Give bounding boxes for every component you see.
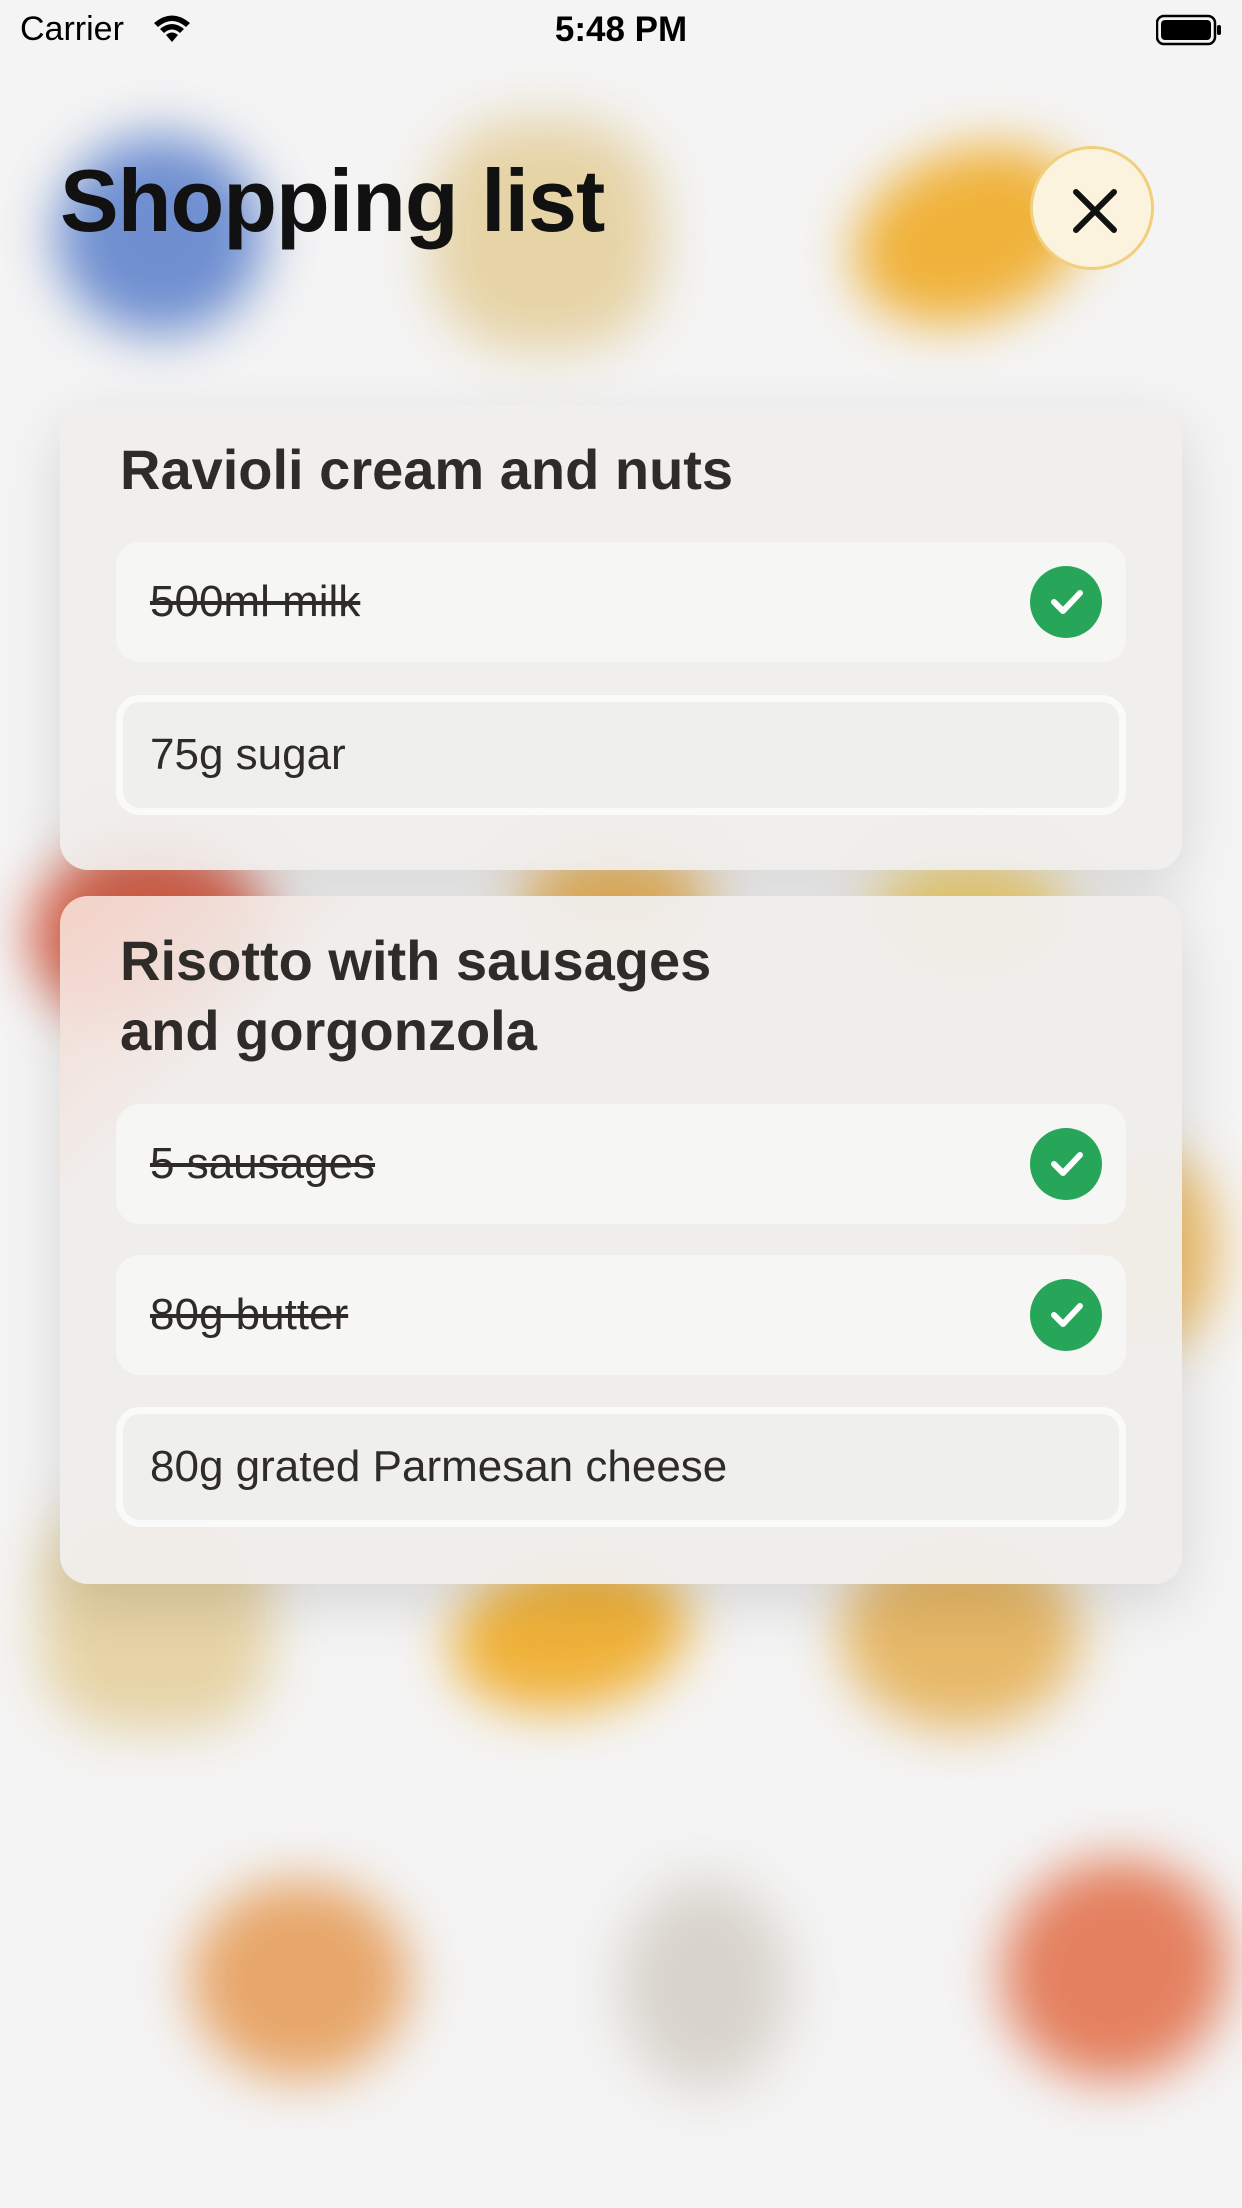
checkmark-icon[interactable] (1030, 1279, 1102, 1351)
clock: 5:48 PM (554, 10, 688, 49)
recipe-card: Ravioli cream and nuts 500ml milk 75g su… (60, 405, 1182, 870)
recipe-title: Ravioli cream and nuts (120, 438, 734, 501)
item-label: 5 sausages (150, 1139, 376, 1188)
recipe-title: Risotto with sausages and gorgonzola (120, 929, 712, 1062)
item-label: 80g grated Parmesan cheese (150, 1442, 728, 1491)
checkmark-icon[interactable] (1030, 566, 1102, 638)
close-button[interactable] (1030, 146, 1154, 270)
close-icon (1073, 189, 1117, 233)
item-label: 500ml milk (150, 577, 361, 626)
status-bar: Carrier 5:48 PM (0, 0, 1242, 60)
shopping-item[interactable]: 5 sausages (116, 1104, 1126, 1224)
shopping-item[interactable]: 75g sugar (116, 695, 1126, 815)
item-label: 80g butter (150, 1290, 349, 1339)
item-label: 75g sugar (150, 730, 346, 779)
shopping-item[interactable]: 80g butter (116, 1255, 1126, 1375)
checkmark-icon[interactable] (1030, 1128, 1102, 1200)
page-title: Shopping list (60, 151, 605, 250)
shopping-item[interactable]: 80g grated Parmesan cheese (116, 1407, 1126, 1527)
battery-icon (1156, 14, 1221, 46)
recipe-card: Risotto with sausages and gorgonzola 5 s… (60, 896, 1182, 1584)
shopping-item[interactable]: 500ml milk (116, 542, 1126, 662)
